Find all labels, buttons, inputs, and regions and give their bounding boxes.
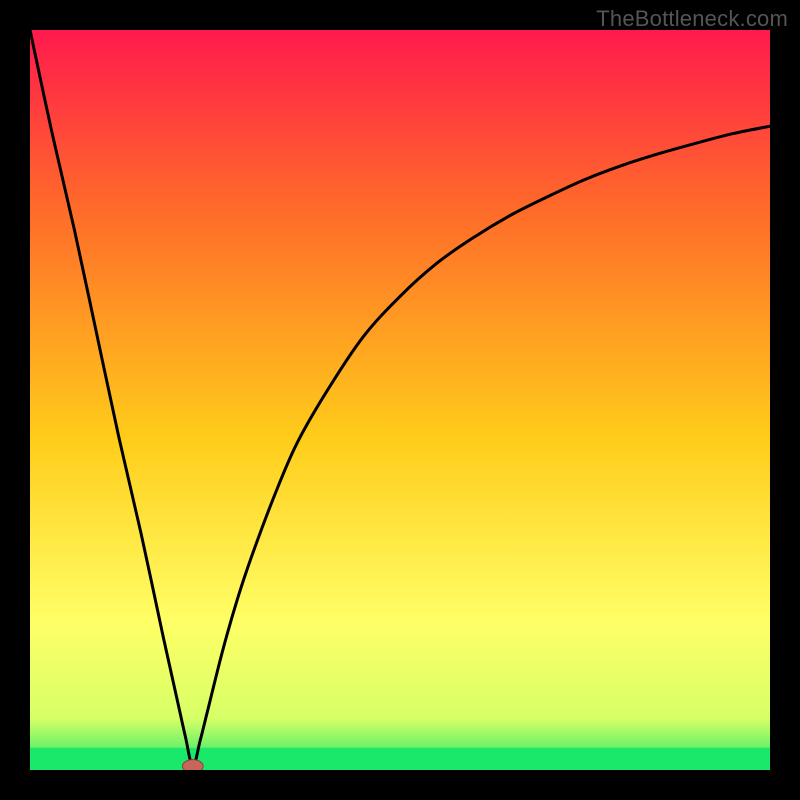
green-baseline-band — [30, 748, 770, 770]
plot-svg — [30, 30, 770, 770]
plot-area — [30, 30, 770, 770]
gradient-background — [30, 30, 770, 770]
watermark-text: TheBottleneck.com — [596, 6, 788, 32]
optimal-point-marker — [182, 760, 203, 770]
chart-frame: TheBottleneck.com — [0, 0, 800, 800]
